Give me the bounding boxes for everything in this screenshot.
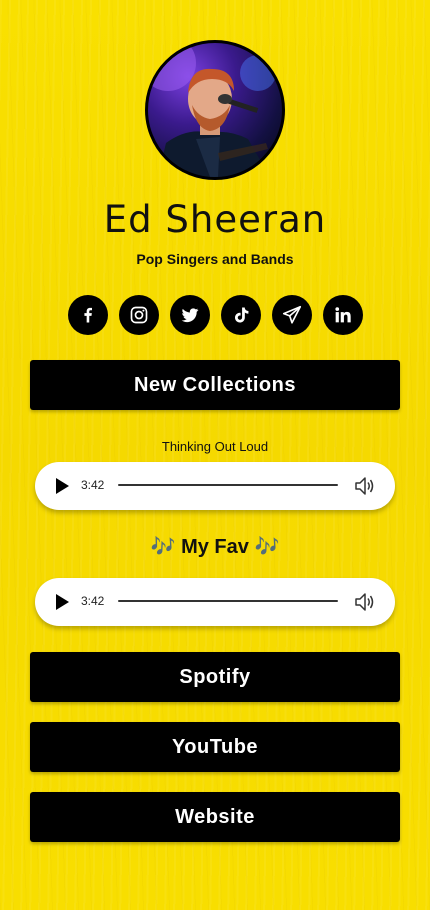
profile-subtitle: Pop Singers and Bands [136, 251, 294, 267]
instagram-link[interactable] [119, 295, 159, 335]
play-icon[interactable] [53, 476, 71, 496]
tiktok-icon [235, 307, 249, 323]
twitter-icon [181, 308, 199, 323]
player-time-2: 3:42 [81, 594, 105, 608]
audio-player-1[interactable]: 3:42 [35, 462, 395, 510]
progress-bar-1[interactable] [118, 484, 338, 486]
volume-icon[interactable] [353, 475, 377, 497]
youtube-button[interactable]: YouTube [30, 722, 400, 772]
facebook-icon [84, 307, 92, 323]
twitter-link[interactable] [170, 295, 210, 335]
facebook-link[interactable] [68, 295, 108, 335]
player-time-1: 3:42 [81, 478, 105, 492]
profile-avatar [145, 40, 285, 180]
social-links [68, 295, 363, 335]
new-collections-button[interactable]: New Collections [30, 360, 400, 410]
telegram-icon [282, 305, 302, 324]
linkedin-link[interactable] [323, 295, 363, 335]
volume-icon[interactable] [353, 591, 377, 613]
tiktok-link[interactable] [221, 295, 261, 335]
profile-name: Ed Sheeran [103, 198, 327, 241]
telegram-link[interactable] [272, 295, 312, 335]
track-title-2: 🎶 My Fav 🎶 [150, 536, 280, 558]
linkedin-icon [335, 307, 351, 323]
progress-bar-2[interactable] [118, 600, 338, 602]
play-icon[interactable] [53, 592, 71, 612]
spotify-button[interactable]: Spotify [30, 652, 400, 702]
instagram-icon [130, 306, 148, 324]
link-page: Ed Sheeran Pop Singers and Bands New Col… [0, 0, 430, 910]
website-button[interactable]: Website [30, 792, 400, 842]
audio-player-2[interactable]: 3:42 [35, 578, 395, 626]
track-title-1: Thinking Out Loud [161, 439, 269, 454]
